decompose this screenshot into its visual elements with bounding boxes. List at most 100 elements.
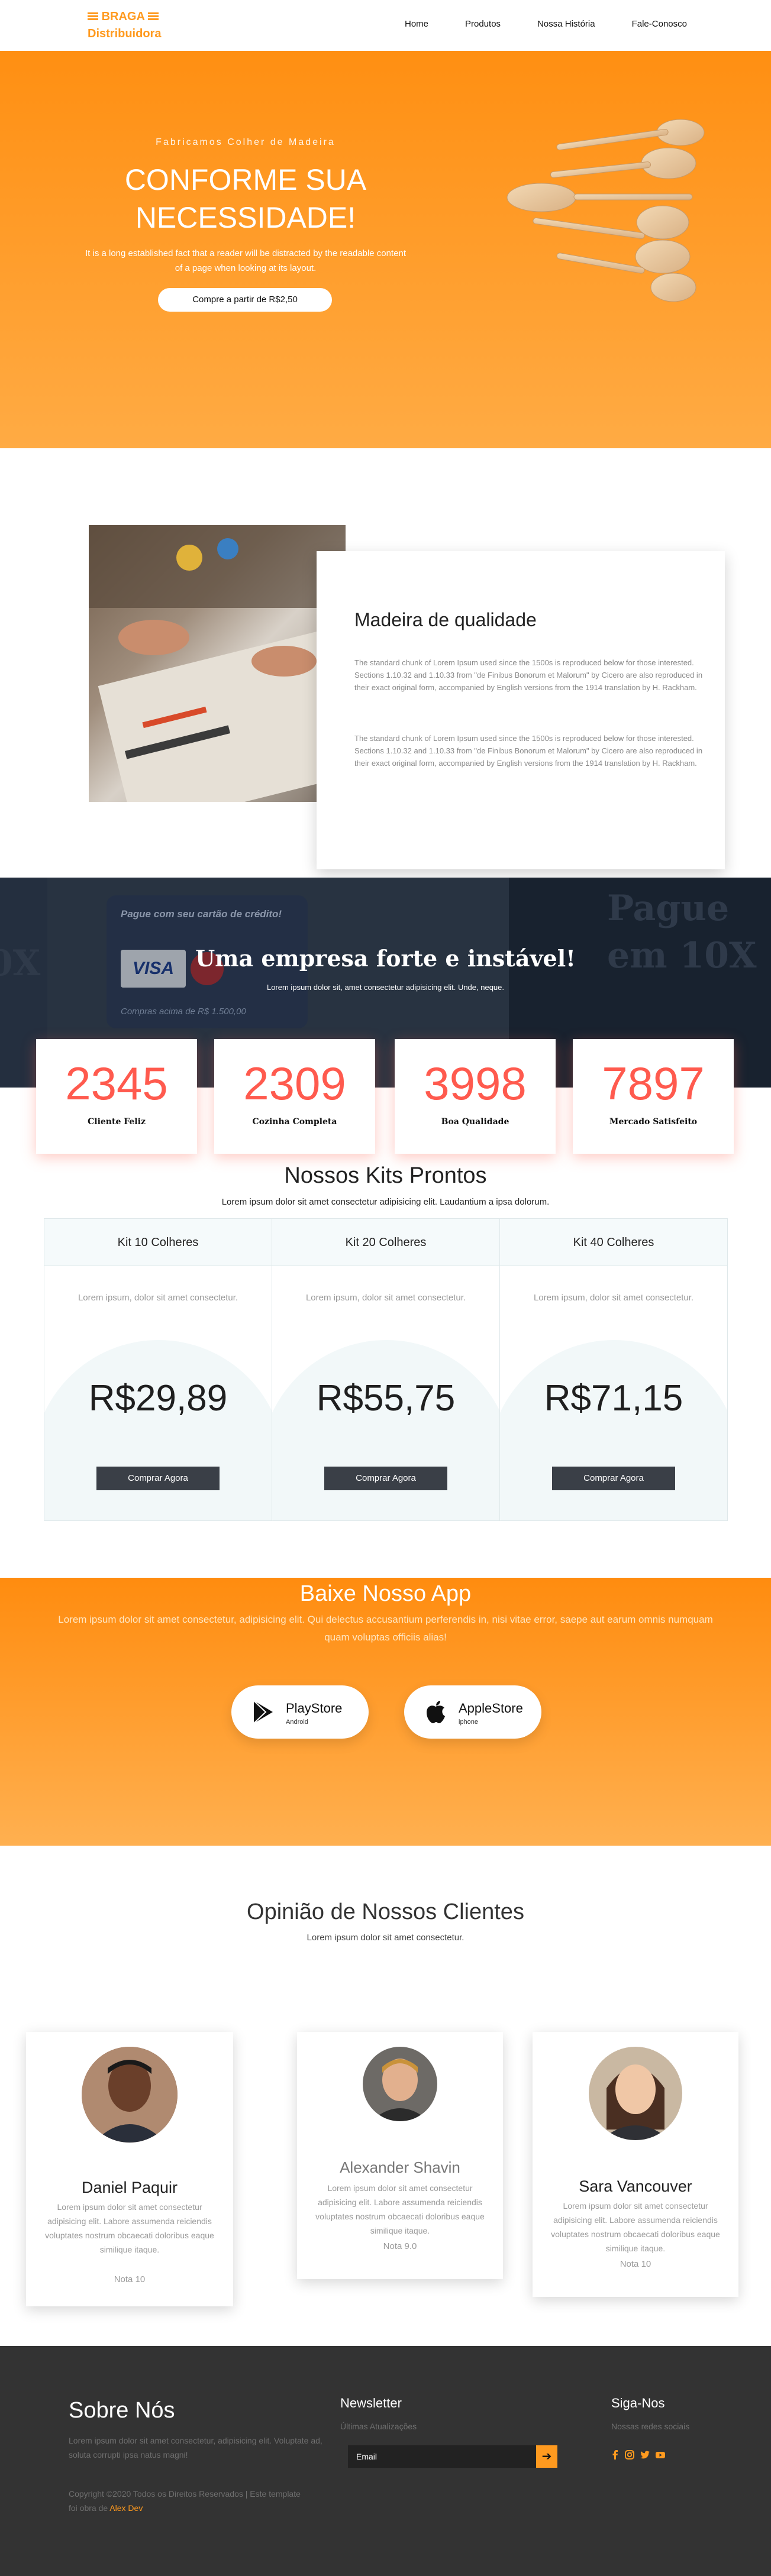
avatar xyxy=(589,2047,682,2140)
hero-title-line2: NECESSIDADE! xyxy=(135,201,356,234)
store-name: PlayStore xyxy=(286,1701,343,1716)
testimonial-text: Lorem ipsum dolor sit amet consectetur a… xyxy=(551,2201,720,2253)
menu-icon-right xyxy=(147,12,159,21)
band-subtitle: Lorem ipsum dolor sit, amet consectetur … xyxy=(266,983,505,992)
testimonial-text: Lorem ipsum dolor sit amet consectetur a… xyxy=(45,2202,214,2254)
hero-title-line1: CONFORME SUA xyxy=(124,163,367,196)
buy-now-button[interactable]: Comprar Agora xyxy=(96,1467,220,1490)
testimonial-rating: Nota 9.0 xyxy=(383,2241,417,2251)
quality-card: Madeira de qualidade The standard chunk … xyxy=(317,551,725,869)
kit-description: Lorem ipsum, dolor sit amet consectetur. xyxy=(78,1293,238,1303)
stat-label: Boa Qualidade xyxy=(441,1117,509,1127)
newsletter-submit-button[interactable]: ➔ xyxy=(536,2445,557,2468)
testimonial-card: Alexander Shavin Lorem ipsum dolor sit a… xyxy=(297,2032,503,2279)
app-text: Lorem ipsum dolor sit amet consectetur, … xyxy=(58,1614,713,1643)
testimonial-name: Alexander Shavin xyxy=(340,2158,460,2176)
brand-line1: BRAGA xyxy=(101,10,145,23)
kit-name: Kit 40 Colheres xyxy=(500,1219,727,1266)
brand-logo[interactable]: BRAGA Distribuidora xyxy=(88,8,161,43)
copyright-text: Copyright ©2020 Todos os Direitos Reserv… xyxy=(69,2489,301,2513)
nav-links: Home Produtos Nossa História Fale-Conosc… xyxy=(405,19,724,29)
stat-card: 7897 Mercado Satisfeito xyxy=(573,1039,734,1154)
hero-section: Fabricamos Colher de Madeira CONFORME SU… xyxy=(0,51,771,448)
kit-price-backdrop xyxy=(272,1340,499,1520)
wooden-spoons-image xyxy=(507,119,705,302)
download-app-section: Baixe Nosso App Lorem ipsum dolor sit am… xyxy=(0,1578,771,1846)
person-photo xyxy=(363,2047,437,2121)
kits-subtitle: Lorem ipsum dolor sit amet consectetur a… xyxy=(221,1197,550,1207)
carpenter-photo xyxy=(89,525,346,802)
hero-text: It is a long established fact that a rea… xyxy=(85,248,406,273)
testimonials-title: Opinião de Nossos Clientes xyxy=(247,1899,524,1924)
facebook-icon[interactable] xyxy=(609,2449,621,2461)
store-name: AppleStore xyxy=(459,1701,523,1716)
kit-name: Kit 20 Colheres xyxy=(272,1219,499,1266)
apple-icon xyxy=(427,1701,445,1723)
newsletter-title: Newsletter xyxy=(340,2396,402,2410)
stat-value: 7897 xyxy=(602,1057,705,1109)
email-placeholder: Email xyxy=(356,2452,378,2461)
email-input[interactable]: Email xyxy=(348,2445,536,2468)
kit-price: R$71,15 xyxy=(544,1378,683,1419)
kit-description: Lorem ipsum, dolor sit amet consectetur. xyxy=(305,1293,466,1303)
nav-link-contato[interactable]: Fale-Conosco xyxy=(632,19,687,29)
hero-cta-button[interactable]: Compre a partir de R$2,50 xyxy=(158,288,332,312)
follow-subtitle: Nossas redes sociais xyxy=(611,2422,690,2431)
app-title: Baixe Nosso App xyxy=(299,1581,472,1606)
stat-value: 2309 xyxy=(243,1057,346,1109)
stat-label: Cozinha Completa xyxy=(252,1117,337,1127)
footer-about-title: Sobre Nós xyxy=(69,2398,175,2423)
avatar xyxy=(82,2047,178,2143)
testimonial-name: Daniel Paquir xyxy=(81,2179,178,2196)
playstore-icon xyxy=(253,1700,273,1724)
kit-description: Lorem ipsum, dolor sit amet consectetur. xyxy=(533,1293,694,1303)
hero-eyebrow: Fabricamos Colher de Madeira xyxy=(156,137,336,147)
stat-card: 2345 Cliente Feliz xyxy=(36,1039,197,1154)
testimonial-card: Daniel Paquir Lorem ipsum dolor sit amet… xyxy=(26,2032,233,2306)
stat-card: 2309 Cozinha Completa xyxy=(214,1039,375,1154)
woodwork-illustration xyxy=(89,525,346,802)
stat-label: Mercado Satisfeito xyxy=(609,1117,698,1127)
twitter-icon[interactable] xyxy=(639,2449,651,2461)
nav-link-historia[interactable]: Nossa História xyxy=(537,19,595,29)
kit-price-backdrop xyxy=(44,1340,272,1520)
buy-now-button[interactable]: Comprar Agora xyxy=(552,1467,675,1490)
stat-card: 3998 Boa Qualidade xyxy=(395,1039,556,1154)
buy-now-button[interactable]: Comprar Agora xyxy=(324,1467,447,1490)
youtube-icon[interactable] xyxy=(654,2449,666,2461)
footer-copyright: Copyright ©2020 Todos os Direitos Reserv… xyxy=(69,2487,305,2515)
store-platform: iphone xyxy=(459,1719,479,1726)
testimonials-subtitle: Lorem ipsum dolor sit amet consectetur. xyxy=(307,1933,464,1943)
testimonial-card: Sara Vancouver Lorem ipsum dolor sit ame… xyxy=(533,2032,738,2297)
hero-title: CONFORME SUA NECESSIDADE! xyxy=(89,161,402,237)
nav-link-produtos[interactable]: Produtos xyxy=(465,19,501,29)
author-link[interactable]: Alex Dev xyxy=(109,2503,143,2513)
person-photo xyxy=(589,2047,682,2140)
person-photo xyxy=(82,2047,178,2143)
testimonial-rating: Nota 10 xyxy=(114,2274,146,2284)
footer-about-text: Lorem ipsum dolor sit amet consectetur, … xyxy=(69,2436,322,2460)
kit-price: R$29,89 xyxy=(88,1378,228,1419)
top-navbar: BRAGA Distribuidora Home Produtos Nossa … xyxy=(0,0,771,51)
testimonial-text: Lorem ipsum dolor sit amet consectetur a… xyxy=(315,2183,485,2235)
applestore-button[interactable]: AppleStore iphone xyxy=(404,1685,541,1739)
avatar xyxy=(363,2047,437,2121)
testimonial-rating: Nota 10 xyxy=(620,2259,651,2269)
kit-price-backdrop xyxy=(500,1340,727,1520)
nav-link-home[interactable]: Home xyxy=(405,19,428,29)
playstore-button[interactable]: PlayStore Android xyxy=(231,1685,369,1739)
follow-title: Siga-Nos xyxy=(611,2396,665,2410)
footer: Sobre Nós Lorem ipsum dolor sit amet con… xyxy=(0,2346,771,2576)
brand-line2: Distribuidora xyxy=(88,27,162,40)
stat-value: 2345 xyxy=(65,1057,168,1109)
kit-card: Kit 40 Colheres Lorem ipsum, dolor sit a… xyxy=(499,1218,728,1521)
quality-paragraph-1: The standard chunk of Lorem Ipsum used s… xyxy=(354,658,703,692)
stat-value: 3998 xyxy=(424,1057,527,1109)
store-platform: Android xyxy=(286,1719,308,1726)
kit-name: Kit 10 Colheres xyxy=(44,1219,272,1266)
kit-card: Kit 20 Colheres Lorem ipsum, dolor sit a… xyxy=(272,1218,500,1521)
instagram-icon[interactable] xyxy=(624,2449,635,2461)
testimonial-name: Sara Vancouver xyxy=(579,2177,692,2195)
kit-price: R$55,75 xyxy=(316,1378,456,1419)
band-title: Uma empresa forte e instável! xyxy=(195,945,576,972)
